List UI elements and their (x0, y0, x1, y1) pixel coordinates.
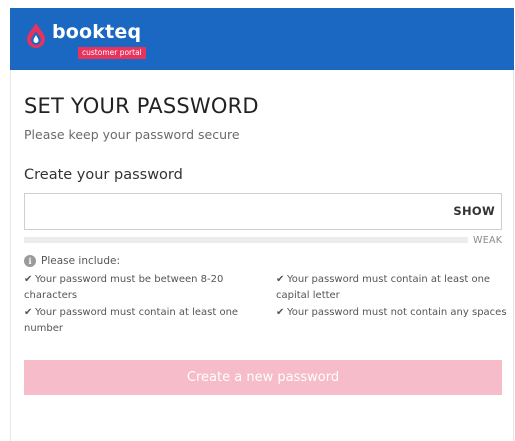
create-password-button[interactable]: Create a new password (24, 360, 502, 395)
requirement-text: Your password must not contain any space… (287, 307, 507, 318)
password-field-label: Create your password (24, 167, 183, 183)
check-icon: ✔ (24, 307, 33, 318)
page-title: SET YOUR PASSWORD (24, 94, 259, 118)
brand-subtitle-badge: customer portal (78, 47, 146, 59)
show-password-toggle[interactable]: SHOW (453, 194, 495, 229)
requirement-item: ✔ Your password must be between 8-20 char… (24, 272, 252, 304)
password-field[interactable]: SHOW (24, 193, 502, 230)
requirement-text: Your password must contain at least one … (24, 307, 239, 334)
check-icon: ✔ (276, 274, 285, 285)
password-input[interactable] (25, 194, 445, 229)
requirement-item: ✔ Your password must not contain any spac… (276, 305, 508, 321)
app-header: bookteq customer portal (10, 8, 514, 70)
requirement-item: ✔ Your password must contain at least one… (24, 305, 264, 337)
requirement-item: ✔ Your password must contain at least one… (276, 272, 508, 304)
info-icon: i (24, 255, 36, 267)
drop-logo-icon (27, 23, 45, 48)
requirements-heading-text: Please include: (41, 255, 120, 267)
password-strength-bar (24, 237, 468, 243)
check-icon: ✔ (24, 274, 33, 285)
bookteq-logo[interactable]: bookteq customer portal (25, 20, 185, 64)
requirement-text: Your password must contain at least one … (276, 274, 491, 301)
check-icon: ✔ (276, 307, 285, 318)
page-subtitle: Please keep your password secure (24, 127, 240, 142)
requirement-text: Your password must be between 8-20 chara… (24, 274, 224, 301)
password-strength-label: WEAK (473, 235, 503, 246)
brand-name: bookteq (52, 21, 142, 43)
